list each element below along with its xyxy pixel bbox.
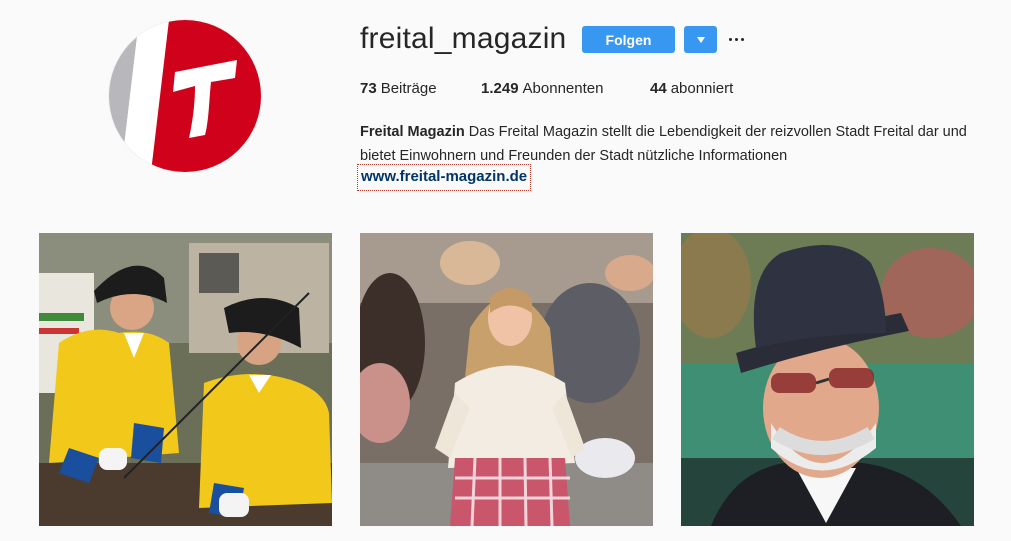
post-image-old-man (681, 233, 974, 526)
more-dots-icon (728, 37, 732, 41)
post-thumbnail[interactable] (681, 233, 974, 526)
freital-logo-icon (109, 20, 261, 172)
post-thumbnail[interactable] (360, 233, 653, 526)
post-image-riders (39, 233, 332, 526)
profile-avatar (109, 20, 261, 172)
followers-link[interactable]: 1.249 Abonnenten (481, 80, 650, 97)
caret-down-icon (696, 36, 705, 43)
profile-bio: Freital Magazin Das Freital Magazin stel… (360, 120, 980, 168)
profile-username: freital_magazin (360, 22, 567, 55)
more-options-button[interactable] (726, 30, 746, 48)
follow-button[interactable]: Folgen (582, 26, 675, 53)
profile-stats: 73 Beiträge 1.249 Abonnenten 44 abonnier… (360, 80, 733, 97)
posts-count: 73 Beiträge (360, 80, 437, 97)
suggestions-dropdown-button[interactable] (684, 26, 717, 53)
website-link[interactable]: www.freital-magazin.de (357, 164, 532, 191)
following-link[interactable]: 44 abonniert (650, 80, 733, 97)
post-thumbnail[interactable] (39, 233, 332, 526)
profile-full-name: Freital Magazin (360, 124, 465, 140)
post-image-girl (360, 233, 653, 526)
